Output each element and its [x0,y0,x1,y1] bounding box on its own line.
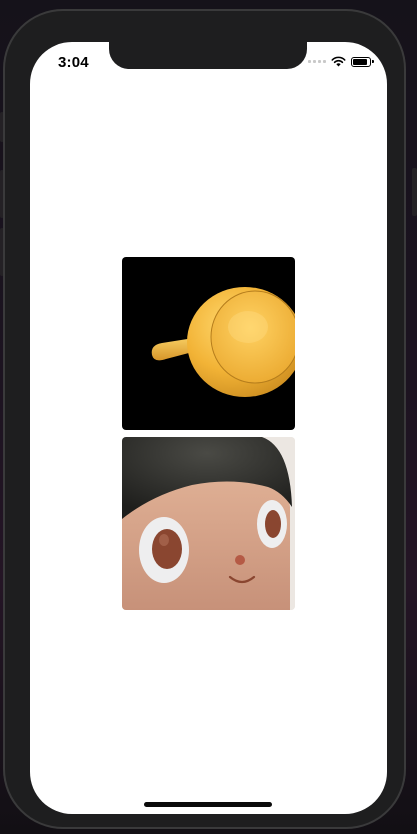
right-power-button [412,168,417,216]
home-indicator[interactable] [144,802,272,807]
battery-icon [351,56,374,67]
gallery-image-pepper[interactable] [122,257,295,430]
cellular-signal-icon [308,60,326,63]
phone-frame: 3:04 [3,9,406,829]
bell-pepper-3d-render [151,287,295,397]
wifi-icon [331,56,346,67]
phone-screen: 3:04 [30,42,387,814]
octocat-figurine-face [122,437,295,610]
status-time: 3:04 [58,54,89,71]
status-icons [308,56,374,67]
notch [109,42,307,69]
gallery-image-figurine[interactable] [122,437,295,610]
